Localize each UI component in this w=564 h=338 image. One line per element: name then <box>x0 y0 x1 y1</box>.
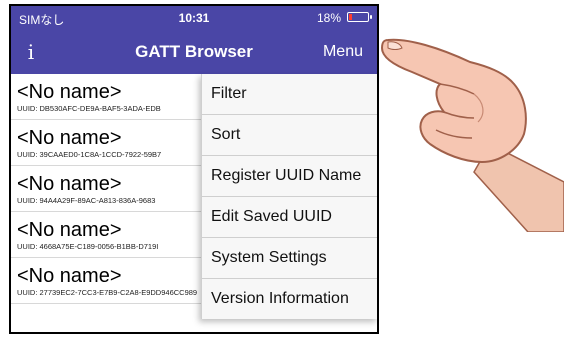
menu-item-filter[interactable]: Filter <box>202 74 377 115</box>
phone-screen: SIMなし 10:31 18% i GATT Browser Menu <No … <box>9 4 379 334</box>
device-name: <No name> <box>17 127 122 149</box>
device-name: <No name> <box>17 173 122 195</box>
navigation-bar: i GATT Browser Menu <box>11 30 377 74</box>
menu-button[interactable]: Menu <box>323 43 363 61</box>
menu-item-system-settings[interactable]: System Settings <box>202 238 377 279</box>
pointing-hand-icon <box>380 38 564 232</box>
menu-item-version-information[interactable]: Version Information <box>202 279 377 319</box>
menu-item-register-uuid-name[interactable]: Register UUID Name <box>202 156 377 197</box>
menu-item-sort[interactable]: Sort <box>202 115 377 156</box>
device-uuid: UUID: 39CAAED0-1C8A-1CCD-7922-59B7 <box>17 150 162 159</box>
device-name: <No name> <box>17 265 122 287</box>
status-bar: SIMなし 10:31 18% <box>11 6 377 30</box>
device-uuid: UUID: DB530AFC-DE9A-BAF5-3ADA-EDB <box>17 104 161 113</box>
menu-item-edit-saved-uuid[interactable]: Edit Saved UUID <box>202 197 377 238</box>
device-uuid: UUID: 4668A75E-C189-0056-B1BB-D719I <box>17 242 159 251</box>
device-name: <No name> <box>17 219 122 241</box>
device-name: <No name> <box>17 81 122 103</box>
device-uuid: UUID: 27739EC2-7CC3-E7B9-C2A8-E9DD946CC9… <box>17 288 198 297</box>
device-uuid: UUID: 94A4A29F-89AC-A813-836A-9683 <box>17 196 156 205</box>
battery-icon <box>347 12 372 22</box>
battery-percent: 18% <box>316 11 341 25</box>
dropdown-menu: Filter Sort Register UUID Name Edit Save… <box>201 74 377 319</box>
